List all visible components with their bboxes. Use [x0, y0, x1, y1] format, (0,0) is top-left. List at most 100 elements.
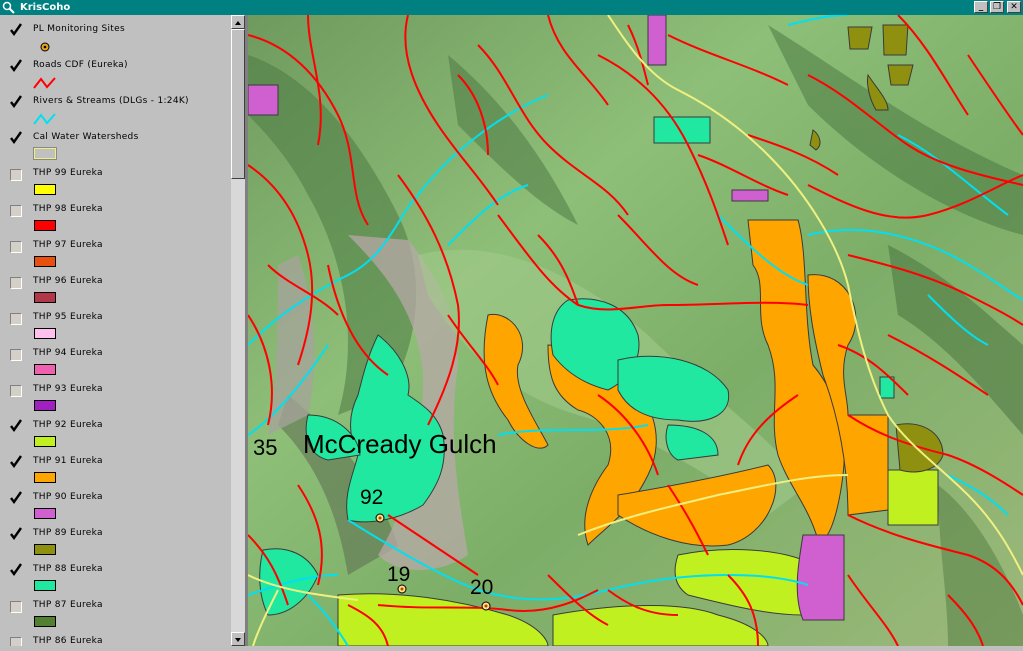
minimize-button[interactable]: _	[974, 1, 988, 13]
legend-item[interactable]: THP 98 Eureka	[0, 201, 231, 237]
layer-visibility-checkbox[interactable]	[10, 241, 22, 253]
line-symbol-icon	[33, 113, 56, 125]
legend-item[interactable]: THP 94 Eureka	[0, 345, 231, 381]
map-view[interactable]: McCready Gulch 35 92 19 20	[248, 15, 1023, 646]
layer-swatch-fill	[34, 184, 56, 195]
arrow-down-icon	[235, 638, 241, 642]
layer-name: THP 94 Eureka	[33, 348, 103, 358]
layer-name: PL Monitoring Sites	[33, 24, 125, 34]
layer-name: THP 99 Eureka	[33, 168, 103, 178]
checkmark-icon	[10, 419, 22, 433]
restore-button[interactable]: ❐	[990, 1, 1004, 13]
close-button[interactable]: ✕	[1007, 1, 1021, 13]
layer-name: THP 92 Eureka	[33, 420, 103, 430]
checkmark-icon	[10, 491, 22, 505]
layer-visibility-checkbox[interactable]	[10, 277, 22, 289]
layer-visibility-checkbox[interactable]	[10, 95, 22, 109]
legend-item[interactable]: PL Monitoring Sites	[0, 21, 231, 57]
layer-name: THP 88 Eureka	[33, 564, 103, 574]
checkmark-icon	[10, 23, 22, 37]
layer-swatch-fill	[34, 580, 56, 591]
layer-name: THP 89 Eureka	[33, 528, 103, 538]
checkmark-icon	[10, 455, 22, 469]
legend-item[interactable]: THP 86 Eureka	[0, 633, 231, 646]
layer-name: THP 95 Eureka	[33, 312, 103, 322]
watershed-label: McCready Gulch	[303, 429, 497, 459]
layer-swatch-fill	[34, 364, 56, 375]
layer-swatch-fill	[34, 292, 56, 303]
layer-name: Rivers & Streams (DLGs - 1:24K)	[33, 96, 189, 106]
legend-item[interactable]: Roads CDF (Eureka)	[0, 57, 231, 93]
layer-name: Cal Water Watersheds	[33, 132, 139, 142]
legend-item[interactable]: THP 88 Eureka	[0, 561, 231, 597]
layer-name: THP 87 Eureka	[33, 600, 103, 610]
layer-name: THP 86 Eureka	[33, 636, 103, 646]
layer-visibility-checkbox[interactable]	[10, 131, 22, 145]
layer-visibility-checkbox[interactable]	[10, 205, 22, 217]
layer-name: THP 90 Eureka	[33, 492, 103, 502]
legend-item[interactable]: THP 92 Eureka	[0, 417, 231, 453]
legend-panel: PL Monitoring Sites Roads CDF (Eureka) Riv…	[0, 15, 231, 646]
layer-name: THP 98 Eureka	[33, 204, 103, 214]
layer-visibility-checkbox[interactable]	[10, 169, 22, 181]
layer-name: THP 93 Eureka	[33, 384, 103, 394]
map-canvas[interactable]	[248, 15, 1023, 646]
layer-swatch-fill	[34, 472, 56, 483]
window-title: KrisCoho	[20, 2, 71, 13]
layer-visibility-checkbox[interactable]	[10, 563, 22, 577]
legend-item[interactable]: THP 95 Eureka	[0, 309, 231, 345]
layer-visibility-checkbox[interactable]	[10, 419, 22, 433]
arrow-up-icon	[235, 21, 241, 25]
app-icon	[2, 1, 15, 14]
legend-scrollbar[interactable]	[231, 15, 245, 646]
checkmark-icon	[10, 59, 22, 73]
checkmark-icon	[10, 527, 22, 541]
layer-swatch-fill	[34, 328, 56, 339]
layer-visibility-checkbox[interactable]	[10, 637, 22, 646]
layer-swatch-fill	[34, 436, 56, 447]
layer-swatch-fill	[34, 544, 56, 555]
layer-name: THP 97 Eureka	[33, 240, 103, 250]
site-label-92: 92	[360, 486, 384, 509]
title-bar: KrisCoho _ ❐ ✕	[0, 0, 1023, 15]
layer-visibility-checkbox[interactable]	[10, 59, 22, 73]
legend-item[interactable]: THP 93 Eureka	[0, 381, 231, 417]
layer-swatch-fill	[34, 400, 56, 411]
checkmark-icon	[10, 563, 22, 577]
legend-item[interactable]: THP 89 Eureka	[0, 525, 231, 561]
site-label-20: 20	[470, 576, 494, 599]
checkmark-icon	[10, 131, 22, 145]
layer-name: THP 91 Eureka	[33, 456, 103, 466]
legend-item[interactable]: THP 99 Eureka	[0, 165, 231, 201]
layer-visibility-checkbox[interactable]	[10, 385, 22, 397]
layer-visibility-checkbox[interactable]	[10, 491, 22, 505]
legend-item[interactable]: THP 87 Eureka	[0, 597, 231, 633]
layer-visibility-checkbox[interactable]	[10, 527, 22, 541]
scroll-down-button[interactable]	[231, 632, 245, 646]
layer-name: Roads CDF (Eureka)	[33, 60, 128, 70]
legend-item[interactable]: THP 90 Eureka	[0, 489, 231, 525]
site-marker-icon	[40, 42, 50, 52]
layer-visibility-checkbox[interactable]	[10, 455, 22, 469]
layer-name: THP 96 Eureka	[33, 276, 103, 286]
layer-visibility-checkbox[interactable]	[10, 601, 22, 613]
scroll-thumb[interactable]	[231, 29, 245, 179]
legend-item[interactable]: THP 91 Eureka	[0, 453, 231, 489]
layer-swatch-fill	[34, 220, 56, 231]
site-label-19: 19	[387, 563, 411, 586]
layer-swatch-fill	[34, 508, 56, 519]
layer-visibility-checkbox[interactable]	[10, 23, 22, 37]
scroll-up-button[interactable]	[231, 15, 245, 29]
layer-swatch-fill	[34, 256, 56, 267]
legend-item[interactable]: THP 96 Eureka	[0, 273, 231, 309]
checkmark-icon	[10, 95, 22, 109]
legend-item[interactable]: Cal Water Watersheds	[0, 129, 231, 165]
legend-item[interactable]: Rivers & Streams (DLGs - 1:24K)	[0, 93, 231, 129]
layer-visibility-checkbox[interactable]	[10, 349, 22, 361]
watershed-number-label: 35	[253, 435, 278, 460]
legend-item[interactable]: THP 97 Eureka	[0, 237, 231, 273]
line-symbol-icon	[33, 77, 56, 89]
layer-visibility-checkbox[interactable]	[10, 313, 22, 325]
layer-swatch-outline	[33, 147, 57, 160]
layer-swatch-fill	[34, 616, 56, 627]
